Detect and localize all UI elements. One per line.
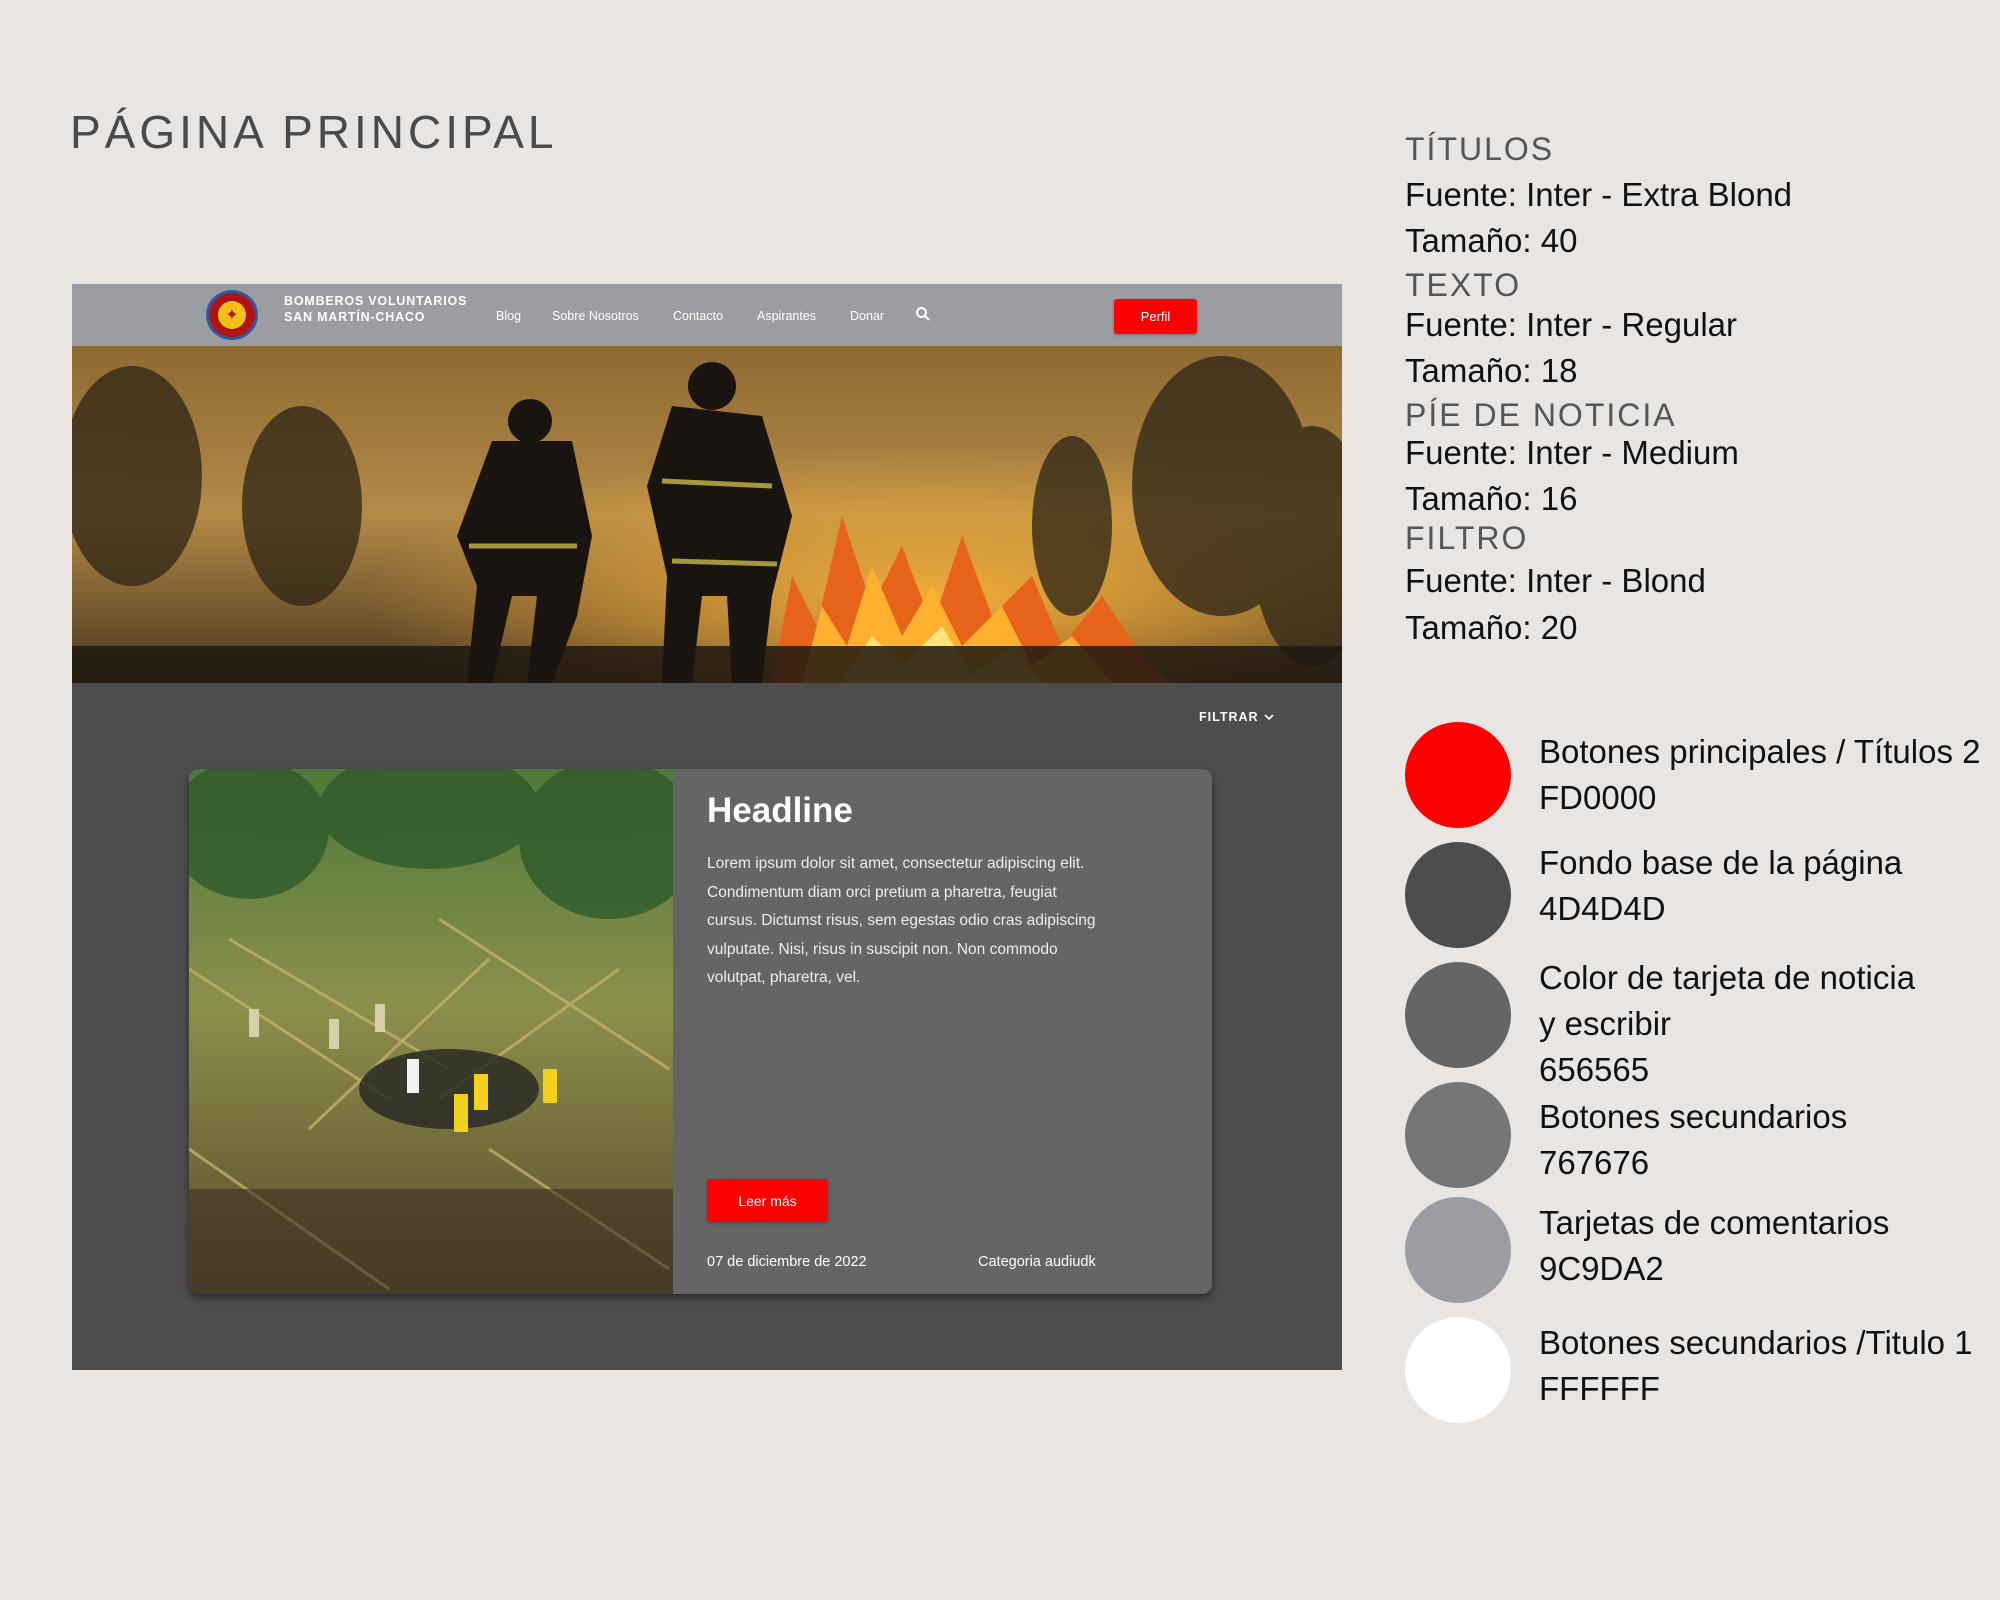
swatch-label-line: Botones principales / Títulos 2 bbox=[1539, 733, 1981, 770]
swatch-card-gray bbox=[1405, 962, 1511, 1068]
swatch-label-white: Botones secundarios /Titulo 1 FFFFFF bbox=[1539, 1320, 1973, 1412]
swatch-label-line: Botones secundarios /Titulo 1 bbox=[1539, 1324, 1973, 1361]
filter-label: FILTRAR bbox=[1199, 710, 1259, 724]
news-category[interactable]: Categoria audiudk bbox=[978, 1254, 1096, 1270]
news-body: Lorem ipsum dolor sit amet, consectetur … bbox=[707, 855, 1096, 986]
spec-font-pie: Fuente: Inter - Medium bbox=[1405, 434, 1739, 471]
search-icon[interactable] bbox=[915, 306, 931, 322]
page-title: PÁGINA PRINCIPAL bbox=[70, 106, 558, 158]
swatch-white bbox=[1405, 1317, 1511, 1423]
spec-heading-titulos: TÍTULOS bbox=[1405, 131, 1555, 167]
swatch-label-line: 767676 bbox=[1539, 1144, 1650, 1181]
spec-heading-pie: PÍE DE NOTICIA bbox=[1405, 397, 1677, 433]
brand-line-2: SAN MARTÍN-CHACO bbox=[284, 310, 426, 324]
spec-font-titulos: Fuente: Inter - Extra Blond bbox=[1405, 176, 1793, 213]
profile-button[interactable]: Perfil bbox=[1114, 299, 1197, 334]
spec-font-texto: Fuente: Inter - Regular bbox=[1405, 306, 1737, 343]
nav-item-aspirantes[interactable]: Aspirantes bbox=[757, 309, 816, 323]
swatch-label-card-gray: Color de tarjeta de noticia y escribir 6… bbox=[1539, 955, 1915, 1093]
spec-size-pie: Tamaño: 16 bbox=[1405, 480, 1578, 517]
hero-image bbox=[72, 346, 1342, 683]
brand-name[interactable]: BOMBEROS VOLUNTARIOS SAN MARTÍN-CHACO bbox=[284, 293, 467, 325]
nav-item-contacto[interactable]: Contacto bbox=[673, 309, 723, 323]
spec-size-filtro: Tamaño: 20 bbox=[1405, 609, 1578, 646]
swatch-label-line: Color de tarjeta de noticia bbox=[1539, 959, 1916, 996]
spec-heading-texto: TEXTO bbox=[1405, 267, 1522, 303]
nav-item-sobre-nosotros[interactable]: Sobre Nosotros bbox=[552, 309, 639, 323]
spec-font-filtro: Fuente: Inter - Blond bbox=[1405, 562, 1706, 599]
logo-icon[interactable]: ✦ bbox=[206, 290, 258, 340]
nav-item-donar[interactable]: Donar bbox=[850, 309, 884, 323]
swatch-label-line: FD0000 bbox=[1539, 779, 1657, 816]
swatch-red bbox=[1405, 722, 1511, 828]
swatch-dark-gray bbox=[1405, 842, 1511, 948]
swatch-label-line: y escribir bbox=[1539, 1005, 1672, 1042]
news-card-image bbox=[189, 769, 673, 1294]
news-headline: Headline bbox=[707, 791, 853, 830]
news-card[interactable]: Headline Lorem ipsum dolor sit amet, con… bbox=[189, 769, 1212, 1294]
swatch-label-line: FFFFFF bbox=[1539, 1370, 1660, 1407]
swatch-label-line: Fondo base de la página bbox=[1539, 844, 1903, 881]
spec-size-titulos: Tamaño: 40 bbox=[1405, 222, 1578, 259]
spec-heading-filtro: FILTRO bbox=[1405, 520, 1529, 556]
swatch-label-red: Botones principales / Títulos 2 FD0000 bbox=[1539, 729, 1980, 821]
swatch-label-line: Botones secundarios bbox=[1539, 1098, 1848, 1135]
filter-dropdown[interactable]: FILTRAR bbox=[1199, 710, 1274, 724]
news-date: 07 de diciembre de 2022 bbox=[707, 1254, 867, 1270]
swatch-label-line: 9C9DA2 bbox=[1539, 1250, 1664, 1287]
spec-size-texto: Tamaño: 18 bbox=[1405, 352, 1578, 389]
swatch-label-dark-gray: Fondo base de la página 4D4D4D bbox=[1539, 840, 1902, 932]
homepage-mockup: ✦ BOMBEROS VOLUNTARIOS SAN MARTÍN-CHACO … bbox=[72, 284, 1342, 1370]
swatch-label-mid-gray: Botones secundarios 767676 bbox=[1539, 1094, 1847, 1186]
swatch-label-line: Tarjetas de comentarios bbox=[1539, 1204, 1890, 1241]
brand-line-1: BOMBEROS VOLUNTARIOS bbox=[284, 294, 468, 308]
navbar: ✦ BOMBEROS VOLUNTARIOS SAN MARTÍN-CHACO … bbox=[72, 284, 1342, 346]
chevron-down-icon bbox=[1263, 714, 1274, 721]
swatch-label-line: 4D4D4D bbox=[1539, 890, 1666, 927]
swatch-label-light-gray: Tarjetas de comentarios 9C9DA2 bbox=[1539, 1200, 1889, 1292]
swatch-light-gray bbox=[1405, 1197, 1511, 1303]
read-more-button[interactable]: Leer más bbox=[707, 1179, 828, 1222]
nav-item-blog[interactable]: Blog bbox=[496, 309, 521, 323]
swatch-label-line: 656565 bbox=[1539, 1051, 1650, 1088]
swatch-mid-gray bbox=[1405, 1082, 1511, 1188]
